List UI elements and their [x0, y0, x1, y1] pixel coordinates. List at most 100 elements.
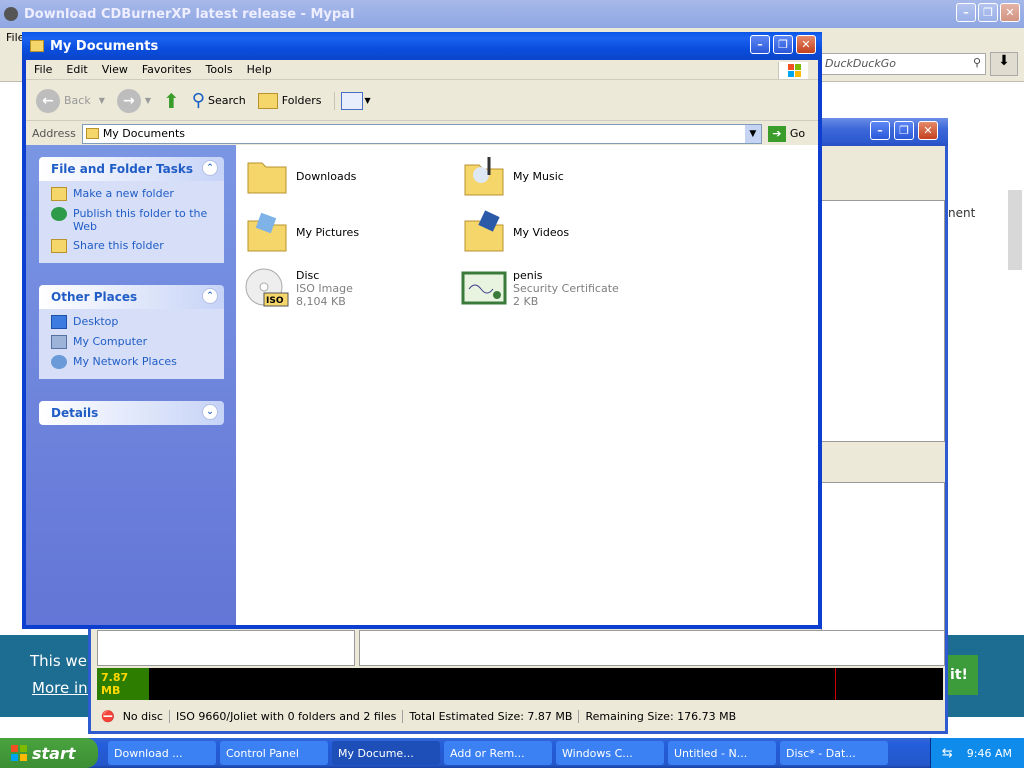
collapse-chevron-icon[interactable]: ⌃ — [202, 160, 218, 176]
folders-button[interactable]: Folders — [257, 92, 322, 109]
share-folder-icon — [51, 239, 67, 253]
browser-title: Download CDBurnerXP latest release - Myp… — [24, 6, 355, 22]
capacity-label: 7.87 MB — [101, 671, 129, 697]
item-my-pictures[interactable]: My Pictures — [244, 209, 359, 255]
folders-label: Folders — [281, 94, 322, 107]
item-name: penis — [513, 268, 543, 282]
item-name: My Videos — [513, 225, 570, 239]
cd-list-panel[interactable] — [359, 630, 945, 666]
menu-file[interactable]: File — [34, 63, 52, 76]
item-size: 2 KB — [513, 294, 539, 308]
status-total: Total Estimated Size: 7.87 MB — [403, 709, 580, 723]
task-new-folder-label: Make a new folder — [73, 187, 174, 200]
expand-chevron-icon[interactable]: ⌄ — [202, 404, 218, 420]
menu-tools[interactable]: Tools — [206, 63, 233, 76]
status-format: ISO 9660/Joliet with 0 folders and 2 fil… — [170, 709, 404, 723]
places-body: Desktop My Computer My Network Places — [39, 309, 224, 379]
item-certificate[interactable]: penis Security Certificate 2 KB — [461, 265, 619, 311]
search-icon[interactable]: ⚲ — [973, 56, 981, 69]
browser-scrollbar[interactable] — [1008, 190, 1022, 270]
browser-minimize-button[interactable]: – — [956, 3, 976, 22]
windows-flag-icon — [11, 745, 27, 761]
windows-logo-icon — [778, 62, 808, 79]
up-folder-icon: ⬆ — [163, 88, 180, 113]
certificate-icon — [461, 271, 507, 305]
browser-close-button[interactable]: ✕ — [1000, 3, 1020, 22]
taskbar-notepad[interactable]: Untitled - N... — [668, 741, 776, 765]
taskbar-add-remove[interactable]: Add or Rem... — [444, 741, 552, 765]
cd-panel-top[interactable] — [821, 200, 945, 442]
menu-edit[interactable]: Edit — [66, 63, 87, 76]
item-name: My Music — [513, 169, 564, 183]
item-my-videos[interactable]: My Videos — [461, 209, 569, 255]
taskbar-label: Control Panel — [226, 746, 299, 760]
status-remaining: Remaining Size: 176.73 MB — [585, 709, 737, 723]
menubar: File Edit View Favorites Tools Help — [26, 60, 818, 80]
taskbar: start Download ... Control Panel My Docu… — [0, 738, 1024, 768]
place-desktop[interactable]: Desktop — [51, 315, 214, 329]
cd-close-button[interactable]: ✕ — [918, 121, 938, 140]
task-share-label: Share this folder — [73, 239, 164, 252]
address-input[interactable]: My Documents ▼ — [81, 123, 762, 144]
forward-button[interactable]: → ▼ — [116, 88, 151, 113]
item-disc[interactable]: ISO Disc ISO Image 8,104 KB — [244, 265, 353, 311]
search-input[interactable]: DuckDuckGo ⚲ — [820, 53, 986, 75]
go-button[interactable]: ➔ Go — [767, 125, 805, 142]
start-button[interactable]: start — [0, 738, 98, 768]
collapse-chevron-icon[interactable]: ⌃ — [202, 288, 218, 304]
cd-tree-panel[interactable] — [97, 630, 355, 666]
details-header-label: Details — [51, 406, 99, 420]
task-share-folder[interactable]: Share this folder — [51, 239, 214, 253]
up-folder-button[interactable]: ⬆ — [163, 89, 180, 113]
cd-statusbar: ⛔ No disc ISO 9660/Joliet with 0 folders… — [95, 705, 945, 727]
computer-icon — [51, 335, 67, 349]
item-name: My Pictures — [296, 225, 360, 239]
place-my-computer[interactable]: My Computer — [51, 335, 214, 349]
task-new-folder[interactable]: Make a new folder — [51, 187, 214, 201]
views-button[interactable]: ▼ — [333, 91, 371, 110]
item-my-music[interactable]: My Music — [461, 153, 564, 199]
go-arrow-icon: ➔ — [767, 125, 786, 142]
banner-text: This web — [30, 652, 97, 670]
address-bar: Address My Documents ▼ ➔ Go — [26, 122, 818, 146]
task-publish-web[interactable]: Publish this folder to the Web — [51, 207, 214, 233]
item-size: 8,104 KB — [296, 294, 346, 308]
item-downloads[interactable]: Downloads — [244, 153, 356, 199]
download-icon[interactable]: ⬇ — [990, 52, 1018, 76]
details-header[interactable]: Details ⌄ — [39, 401, 224, 425]
menu-help[interactable]: Help — [247, 63, 272, 76]
tray-network-icon[interactable]: ⇆ — [942, 746, 953, 761]
capacity-limit-marker — [835, 668, 836, 700]
taskbar-my-documents[interactable]: My Docume... — [332, 741, 440, 765]
back-button[interactable]: ← Back ▼ — [36, 88, 105, 113]
cd-minimize-button[interactable]: – — [870, 121, 890, 140]
cd-maximize-button[interactable]: ❐ — [894, 121, 914, 140]
search-magnifier-icon: ⚲ — [191, 90, 205, 111]
close-button[interactable]: ✕ — [796, 35, 816, 54]
details-box: Details ⌄ — [39, 401, 224, 425]
taskbar-label: Add or Rem... — [450, 746, 525, 760]
menu-view[interactable]: View — [102, 63, 128, 76]
status-disc: No disc — [117, 709, 170, 723]
browser-titlebar: Download CDBurnerXP latest release - Myp… — [0, 0, 1024, 28]
explorer-title: My Documents — [50, 38, 159, 54]
maximize-button[interactable]: ❐ — [773, 35, 793, 54]
place-computer-label: My Computer — [73, 335, 148, 348]
place-network[interactable]: My Network Places — [51, 355, 214, 369]
tasks-header[interactable]: File and Folder Tasks ⌃ — [39, 157, 224, 181]
taskbar-download[interactable]: Download ... — [108, 741, 216, 765]
menu-favorites[interactable]: Favorites — [142, 63, 192, 76]
places-header-label: Other Places — [51, 290, 138, 304]
taskbar-windows[interactable]: Windows C... — [556, 741, 664, 765]
forward-arrow-icon: → — [116, 88, 141, 113]
taskbar-control-panel[interactable]: Control Panel — [220, 741, 328, 765]
banner-link[interactable]: More inf — [32, 679, 93, 697]
minimize-button[interactable]: – — [750, 35, 770, 54]
places-header[interactable]: Other Places ⌃ — [39, 285, 224, 309]
system-tray: ⇆ 9:46 AM — [930, 738, 1024, 768]
browser-maximize-button[interactable]: ❐ — [978, 3, 998, 22]
taskbar-disc[interactable]: Disc* - Dat... — [780, 741, 888, 765]
search-button[interactable]: ⚲ Search — [192, 90, 246, 111]
back-arrow-icon: ← — [36, 88, 60, 113]
address-dropdown-icon[interactable]: ▼ — [744, 124, 761, 143]
